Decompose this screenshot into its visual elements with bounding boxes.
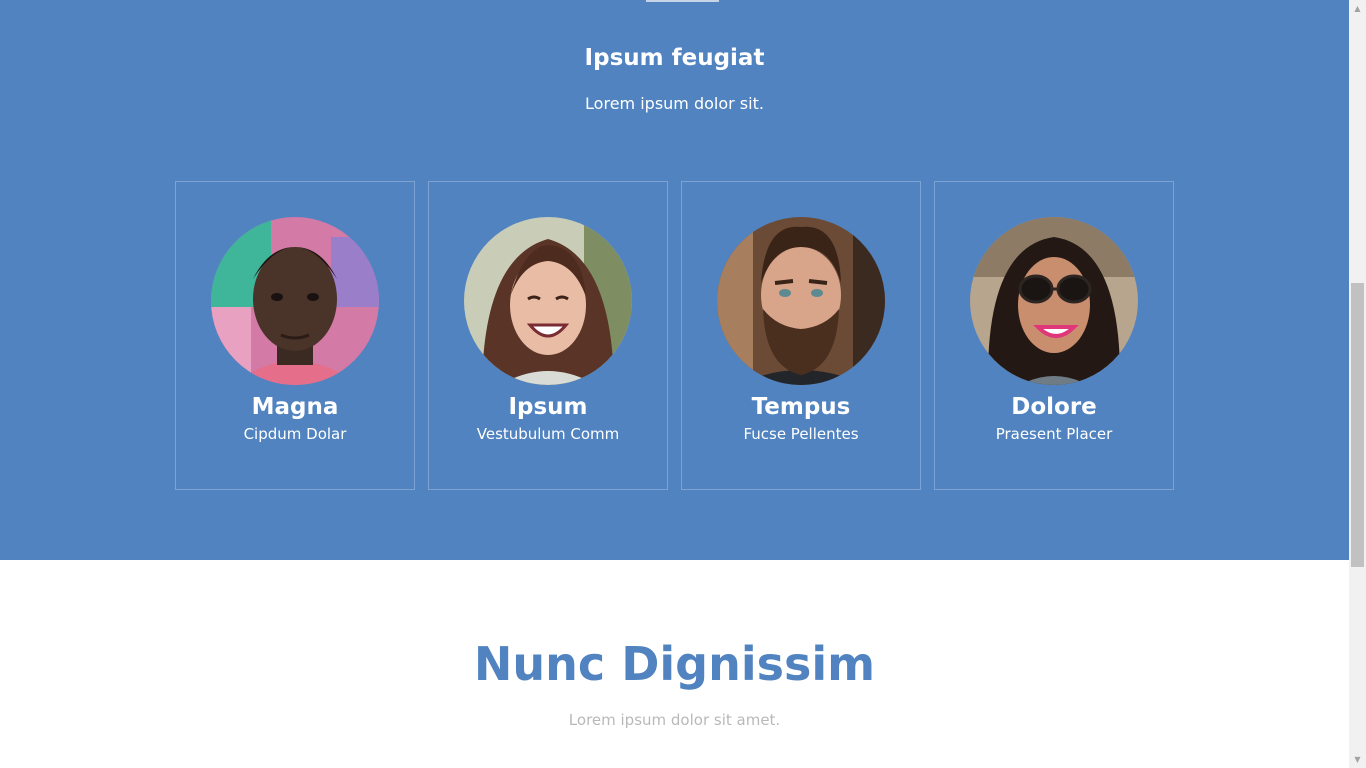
team-title: Ipsum feugiat [584, 45, 765, 71]
avatar-photo-woman-sunglasses [970, 217, 1138, 385]
member-name: Magna [251, 394, 339, 420]
top-divider [646, 0, 719, 2]
vertical-scrollbar[interactable]: ▲ ▼ [1349, 0, 1366, 768]
team-card-tempus: Tempus Fucse Pellentes [681, 181, 921, 490]
member-role: Cipdum Dolar [243, 425, 347, 443]
section-title: Nunc Dignissim [473, 637, 876, 691]
member-name: Dolore [1011, 394, 1097, 420]
member-name: Tempus [751, 394, 851, 420]
avatar [464, 217, 632, 385]
avatar [211, 217, 379, 385]
chevron-up-icon[interactable]: ▲ [1349, 0, 1366, 17]
team-section: Ipsum feugiat Lorem ipsum dolor sit. Mag… [0, 0, 1349, 560]
scrollbar-thumb[interactable] [1351, 283, 1364, 567]
team-card-dolore: Dolore Praesent Placer [934, 181, 1174, 490]
team-card-ipsum: Ipsum Vestubulum Comm [428, 181, 668, 490]
section-subtitle: Lorem ipsum dolor sit amet. [568, 711, 781, 729]
member-role: Fucse Pellentes [743, 425, 859, 443]
avatar [717, 217, 885, 385]
team-subtitle: Lorem ipsum dolor sit. [585, 94, 764, 113]
chevron-down-icon[interactable]: ▼ [1349, 751, 1366, 768]
member-name: Ipsum [508, 394, 588, 420]
avatar-photo-bearded-man [717, 217, 885, 385]
member-role: Praesent Placer [995, 425, 1113, 443]
avatar-photo-man-graffiti [211, 217, 379, 385]
page: Ipsum feugiat Lorem ipsum dolor sit. Mag… [0, 0, 1366, 768]
avatar [970, 217, 1138, 385]
team-card-magna: Magna Cipdum Dolar [175, 181, 415, 490]
avatar-photo-laughing-woman [464, 217, 632, 385]
member-role: Vestubulum Comm [476, 425, 620, 443]
